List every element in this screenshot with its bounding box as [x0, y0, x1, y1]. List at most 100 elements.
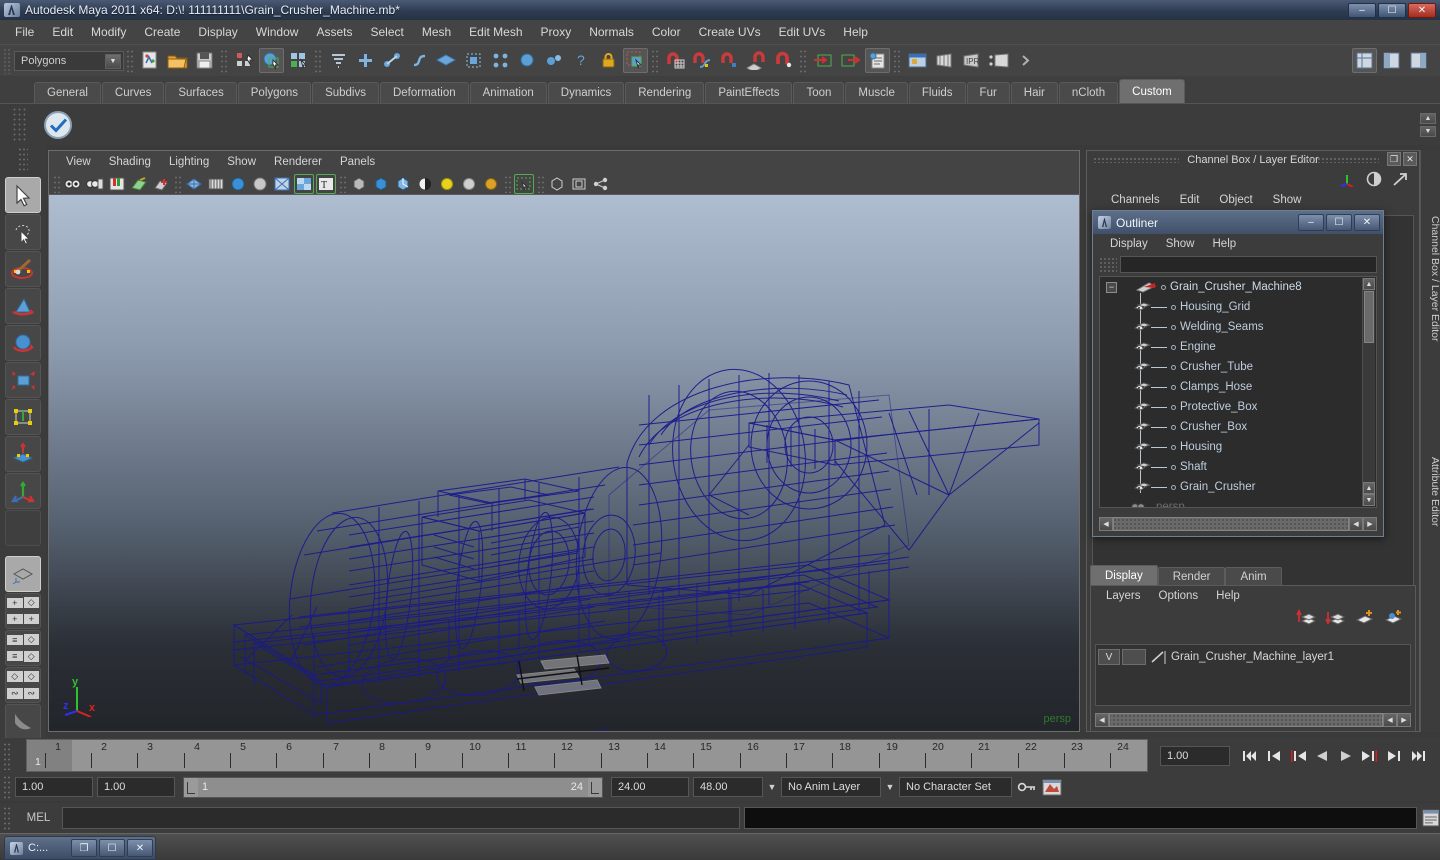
menu-file[interactable]: File — [6, 22, 43, 42]
rotate-tool[interactable] — [5, 325, 41, 361]
shelf-tab-deformation[interactable]: Deformation — [379, 82, 469, 103]
menu-mesh[interactable]: Mesh — [413, 22, 460, 42]
output-connections-icon[interactable] — [838, 48, 863, 73]
tool-settings-slot[interactable] — [5, 510, 41, 546]
vtab-attribute-editor[interactable]: Attribute Editor — [1421, 412, 1440, 572]
layout-four-view[interactable]: + ◇ + + — [5, 593, 41, 629]
statusline-grip[interactable] — [3, 47, 11, 74]
menu-help[interactable]: Help — [834, 22, 877, 42]
viewport-menu-renderer[interactable]: Renderer — [265, 154, 331, 170]
outliner-row-child[interactable]: Protective_Box — [1100, 397, 1376, 417]
close-button[interactable]: ✕ — [1408, 2, 1436, 18]
step-back-frame-icon[interactable] — [1286, 745, 1310, 767]
component-face-icon[interactable] — [434, 48, 459, 73]
viewport-menu-lighting[interactable]: Lighting — [160, 154, 218, 170]
time-slider[interactable]: 1 1 2 3 4 5 6 7 8 9 10 11 12 13 14 15 16… — [26, 739, 1148, 772]
light-grey-icon[interactable] — [459, 174, 479, 194]
smooth-mesh-preview-icon[interactable] — [569, 174, 589, 194]
shelf-scroll-up-icon[interactable]: ▲ — [1420, 112, 1436, 124]
step-back-key-icon[interactable] — [1262, 745, 1286, 767]
animation-start-time-field[interactable]: 1.00 — [15, 777, 93, 797]
outliner-horizontal-scrollbar[interactable]: ◀ ◀ ▶ — [1099, 517, 1377, 531]
component-hull-icon[interactable] — [515, 48, 540, 73]
layout-list-pane-2[interactable]: ≡ — [7, 651, 23, 662]
outliner-row-root[interactable]: − Grain_Crusher_Machine8 — [1100, 277, 1376, 297]
outliner-row-child[interactable]: Clamps_Hose — [1100, 377, 1376, 397]
shelf-tab-general[interactable]: General — [34, 82, 101, 103]
menu-modify[interactable]: Modify — [82, 22, 135, 42]
layer-list[interactable]: V Grain_Crusher_Machine_layer1 — [1095, 644, 1411, 706]
outliner-row-child[interactable]: Shaft — [1100, 457, 1376, 477]
shadows-icon[interactable] — [349, 174, 369, 194]
new-scene-icon[interactable] — [138, 48, 163, 73]
current-time-indicator[interactable] — [27, 740, 72, 771]
range-slider-right-handle[interactable] — [588, 777, 602, 797]
share-node-icon[interactable] — [591, 174, 611, 194]
minimize-button[interactable]: – — [1348, 2, 1376, 18]
menu-window[interactable]: Window — [247, 22, 308, 42]
layer-menu-layers[interactable]: Layers — [1097, 589, 1150, 603]
outliner-vertical-scrollbar[interactable]: ▲ ▲ ▼ — [1362, 278, 1375, 506]
menu-set-selector[interactable]: Polygons ▼ — [14, 50, 124, 71]
lock-selection-icon[interactable] — [596, 48, 621, 73]
menu-normals[interactable]: Normals — [580, 22, 643, 42]
help-icon[interactable]: ? — [569, 48, 594, 73]
layer-visibility-toggle[interactable]: V — [1098, 649, 1120, 665]
xray-joints-icon[interactable] — [393, 174, 413, 194]
outliner-row-camera[interactable]: persp — [1100, 497, 1376, 507]
range-slider[interactable]: 1 24 — [183, 776, 603, 798]
vtab-channel-box[interactable]: Channel Box / Layer Editor — [1421, 154, 1440, 404]
layer-hscroll-right-icon[interactable]: ▶ — [1397, 713, 1411, 727]
flat-shade-icon[interactable] — [250, 174, 270, 194]
high-quality-render-icon[interactable] — [415, 174, 435, 194]
character-set-selector[interactable]: No Character Set — [899, 777, 1012, 797]
select-handle-icon[interactable] — [542, 48, 567, 73]
outliner-menu-display[interactable]: Display — [1101, 237, 1157, 251]
shelf-tab-toon[interactable]: Toon — [793, 82, 845, 103]
menu-edit-mesh[interactable]: Edit Mesh — [460, 22, 531, 42]
shelf-tab-rendering[interactable]: Rendering — [625, 82, 705, 103]
layout-list-pane[interactable]: ≡ — [7, 634, 23, 645]
layer-tab-anim[interactable]: Anim — [1225, 567, 1282, 585]
menu-color[interactable]: Color — [643, 22, 690, 42]
viewport-menu-view[interactable]: View — [57, 154, 100, 170]
wireframe-shading-icon[interactable] — [184, 174, 204, 194]
channel-box-menu-channels[interactable]: Channels — [1101, 193, 1170, 207]
selection-mask-icon[interactable] — [326, 48, 351, 73]
outliner-expand-toggle[interactable]: − — [1106, 281, 1117, 293]
shelf-tab-painteffects[interactable]: PaintEffects — [705, 82, 793, 103]
component-vertex-icon[interactable] — [353, 48, 378, 73]
step-forward-key-icon[interactable] — [1382, 745, 1406, 767]
outliner-minimize-button[interactable]: – — [1298, 214, 1324, 231]
viewport-menu-shading[interactable]: Shading — [100, 154, 160, 170]
layout-graph-bottom-2[interactable]: ∾ — [23, 687, 39, 699]
save-scene-icon[interactable] — [192, 48, 217, 73]
outliner-maximize-button[interactable]: ☐ — [1326, 214, 1352, 231]
shaded-wireframe-icon[interactable] — [272, 174, 292, 194]
layout-persp-top[interactable]: ◇ — [7, 671, 23, 683]
chevron-down-icon[interactable]: ▼ — [105, 53, 121, 69]
light-amber-icon[interactable] — [481, 174, 501, 194]
outliner-filter-icon[interactable] — [1099, 257, 1117, 272]
select-by-hierarchy-icon[interactable] — [232, 48, 257, 73]
layer-row[interactable]: V Grain_Crusher_Machine_layer1 — [1096, 647, 1410, 667]
toolbox-grip[interactable] — [18, 147, 28, 173]
command-line-grip[interactable] — [3, 806, 12, 830]
layout-persp-pane-2[interactable]: ◇ — [23, 650, 39, 662]
outliner-row-child[interactable]: Crusher_Box — [1100, 417, 1376, 437]
ipr-render-icon[interactable] — [932, 48, 957, 73]
shelf-grip[interactable] — [12, 106, 26, 143]
snap-to-view-plane-icon[interactable] — [744, 48, 769, 73]
shelf-tab-surfaces[interactable]: Surfaces — [165, 82, 237, 103]
input-connections-icon[interactable] — [811, 48, 836, 73]
construction-history-icon[interactable] — [865, 48, 890, 73]
viewport-3d-canvas[interactable]: y x z persp — [49, 195, 1079, 731]
render-sequence-icon[interactable] — [986, 48, 1011, 73]
paint-selection-tool[interactable] — [5, 251, 41, 287]
dock-grip-left[interactable] — [1093, 157, 1179, 163]
range-slider-grip[interactable] — [3, 775, 12, 799]
layout-quad-top-left[interactable]: + — [7, 597, 23, 608]
current-time-field[interactable]: 1.00 — [1160, 745, 1230, 766]
shelf-tab-custom[interactable]: Custom — [1119, 79, 1185, 103]
image-plane-icon[interactable] — [129, 174, 149, 194]
